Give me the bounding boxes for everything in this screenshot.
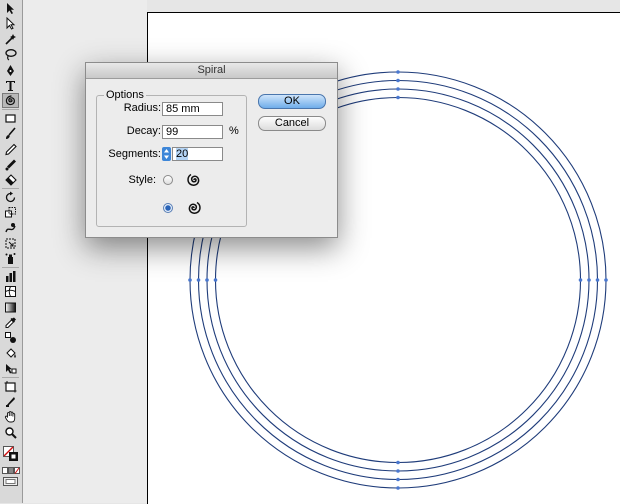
segments-label: Segments: [108, 148, 161, 160]
rotate-icon [5, 191, 16, 202]
toolbar-separator [2, 187, 19, 189]
direct-selection-tool[interactable] [2, 16, 19, 31]
column-graph-icon [6, 270, 16, 282]
decay-field[interactable]: 99 [162, 125, 223, 139]
slice-tool[interactable] [2, 394, 19, 409]
decay-unit: % [229, 125, 239, 137]
eraser-icon [5, 174, 17, 187]
hand-icon [4, 411, 16, 423]
pen-tool[interactable] [2, 63, 19, 78]
warp-icon [5, 222, 16, 232]
selection-arrow-tool[interactable] [2, 1, 19, 16]
radius-label: Radius: [123, 102, 161, 114]
toolbar-separator [2, 376, 19, 378]
style-label: Style: [128, 174, 156, 186]
zoom-tool[interactable] [2, 425, 19, 440]
paintbrush-icon [6, 127, 16, 140]
live-paint-bucket-tool[interactable] [2, 346, 19, 361]
eraser-tool[interactable] [2, 172, 19, 187]
counterclockwise-spiral-icon [187, 173, 200, 186]
live-paint-selection-tool[interactable] [2, 361, 19, 376]
scale-tool[interactable] [2, 205, 19, 220]
mesh-icon [5, 286, 16, 298]
live-paint-bucket-icon [6, 348, 16, 358]
style-radio-clockwise[interactable] [163, 203, 173, 213]
toolbar-separator [2, 266, 19, 268]
warp-tool[interactable] [2, 221, 19, 236]
segments-value: 20 [176, 148, 189, 160]
gradient-icon [5, 302, 16, 313]
spiral-tool-tool[interactable] [2, 93, 19, 109]
slice-icon [6, 397, 15, 407]
type-icon [6, 81, 15, 91]
color-mode-icons [2, 467, 20, 475]
magic-wand-tool[interactable] [2, 32, 19, 47]
blend-icon [5, 332, 16, 344]
eyedropper-icon [5, 317, 16, 328]
fill-none-swatch-icon [3, 446, 18, 462]
lasso-icon [5, 49, 17, 61]
color-mode-buttons[interactable] [2, 466, 20, 475]
paintbrush-tool[interactable] [2, 126, 19, 141]
spiral-dialog: Spiral Options Radius: 85 mm Decay: 99 %… [85, 62, 338, 238]
direct-selection-icon [6, 17, 16, 31]
style-radio-counterclockwise[interactable] [163, 175, 173, 185]
blob-brush-tool[interactable] [2, 157, 19, 172]
magic-wand-icon [5, 33, 16, 45]
tools-panel [0, 0, 23, 503]
screen-mode-button[interactable] [3, 477, 18, 487]
free-transform-tool[interactable] [2, 236, 19, 251]
gradient-tool[interactable] [2, 300, 19, 315]
zoom-icon [5, 427, 17, 439]
scale-icon [5, 207, 16, 218]
toolbar-separator [2, 108, 19, 110]
live-paint-selection-icon [6, 364, 17, 374]
segments-stepper[interactable] [162, 147, 171, 161]
clockwise-spiral-icon [188, 201, 201, 214]
screen-mode-icon [3, 477, 18, 487]
artboard-tool[interactable] [2, 379, 19, 394]
artboard-icon [4, 380, 17, 393]
free-transform-icon [5, 238, 16, 249]
symbol-sprayer-icon [5, 253, 16, 265]
decay-label: Decay: [126, 125, 161, 137]
radius-field[interactable]: 85 mm [162, 102, 223, 116]
dialog-title[interactable]: Spiral [86, 63, 337, 79]
symbol-sprayer-tool[interactable] [2, 251, 19, 266]
pencil-icon [5, 143, 17, 155]
eyedropper-tool[interactable] [2, 315, 19, 330]
stepper-arrows-icon [164, 149, 169, 159]
lasso-tool[interactable] [2, 47, 19, 62]
blend-tool[interactable] [2, 330, 19, 345]
ok-button[interactable]: OK [258, 94, 326, 109]
rectangle-icon [5, 114, 16, 123]
rectangle-tool[interactable] [2, 111, 19, 126]
segments-field[interactable]: 20 [172, 147, 223, 161]
type-tool[interactable] [2, 78, 19, 93]
pencil-tool[interactable] [2, 142, 19, 157]
column-graph-tool[interactable] [2, 269, 19, 284]
fill-stroke-swatches[interactable] [3, 446, 19, 462]
cancel-button[interactable]: Cancel [258, 116, 326, 131]
options-legend: Options [104, 89, 146, 101]
selection-arrow-icon [7, 3, 14, 14]
hand-tool[interactable] [2, 409, 19, 424]
mesh-tool[interactable] [2, 284, 19, 299]
pen-icon [7, 64, 14, 76]
rotate-tool[interactable] [2, 190, 19, 205]
blob-brush-icon [5, 159, 16, 171]
spiral-tool-icon [5, 95, 15, 106]
